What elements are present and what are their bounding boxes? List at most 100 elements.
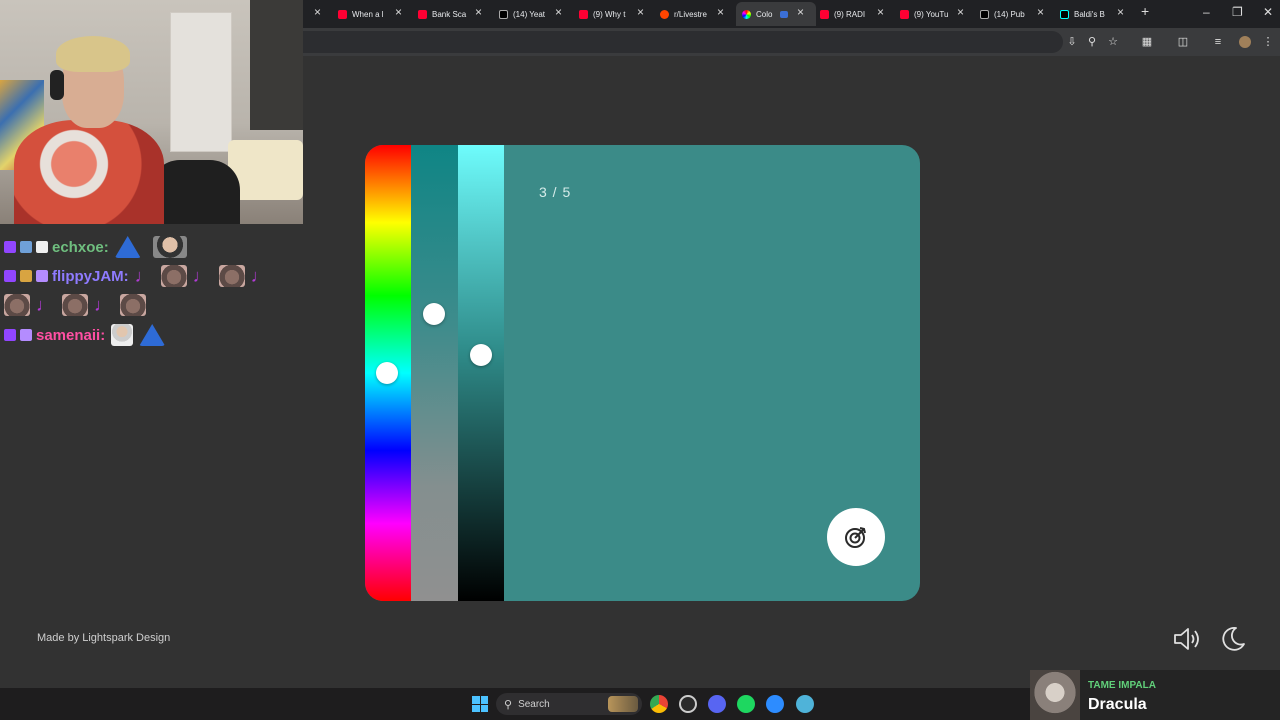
tab-title: (9) Why t [593, 9, 626, 19]
hue-slider-handle[interactable] [376, 362, 398, 384]
subscriber-badge-icon [4, 270, 16, 282]
emote-icon [4, 294, 30, 316]
tab-title: (9) YouTu [914, 9, 949, 19]
sound-icon[interactable] [1172, 626, 1202, 652]
tab-close-icon[interactable]: × [395, 5, 402, 19]
emote-icon: ♩ [134, 266, 153, 286]
chat-username: flippyJAM: [52, 267, 129, 285]
browser-tab-strip: When a l × × Bank Sca × (14) Yeat × (9) … [303, 0, 1280, 28]
tab-title: When a l [352, 9, 384, 19]
hue-slider[interactable] [365, 145, 411, 601]
emote-icon: ♩ [192, 266, 211, 286]
install-app-icon[interactable]: ⇩ [1065, 35, 1079, 49]
chat-message-continued: ♩ ♩ [4, 292, 146, 318]
side-panel-icon[interactable]: ◫ [1176, 35, 1190, 49]
tab-close-icon[interactable]: × [637, 5, 644, 19]
tab-close-icon[interactable]: × [555, 5, 562, 19]
browser-toolbar: ⇩ ⚲ ☆ ▦ ◫ ≡ ⋮ [303, 28, 1280, 56]
emote-icon: ♩ [36, 295, 54, 315]
chat-message: flippyJAM: ♩ ♩ ♩ [4, 263, 269, 289]
tab-title: (9) RADI [834, 9, 866, 19]
webcam-person-shirt [14, 120, 164, 224]
tab-close-icon[interactable]: × [957, 5, 964, 19]
lightness-slider-handle[interactable] [470, 343, 492, 366]
chat-badge-icon [36, 241, 48, 253]
extensions-icon[interactable]: ▦ [1140, 35, 1154, 49]
webcam-overlay [0, 0, 303, 224]
chat-message: samenaii: [4, 322, 166, 348]
tab-close-icon[interactable]: × [475, 5, 482, 19]
browser-tab[interactable]: (9) YouTu [900, 4, 960, 24]
lightness-slider[interactable] [458, 145, 504, 601]
chat-message: echxoe: [4, 234, 187, 260]
chat-username: echxoe: [52, 238, 109, 256]
tab-close-icon[interactable]: × [1037, 5, 1044, 19]
window-close-icon[interactable]: ✕ [1263, 5, 1273, 19]
submit-guess-button[interactable] [827, 508, 885, 566]
x-logo-icon [499, 9, 508, 19]
emote-icon [218, 265, 245, 287]
emote-icon: ♩ [250, 266, 269, 286]
webcam-door [170, 12, 232, 152]
tab-title: (14) Yeat [513, 9, 546, 19]
tab-title: Baldi's B [1074, 9, 1105, 19]
saturation-slider-handle[interactable] [423, 302, 445, 325]
color-wheel-icon [742, 9, 751, 19]
tab-favicon-icon [579, 9, 588, 19]
target-icon [845, 527, 866, 548]
tab-cast-icon [780, 10, 789, 18]
tab-close-icon[interactable]: × [877, 5, 884, 19]
search-placeholder: Search [518, 698, 550, 710]
headphones-icon [50, 70, 64, 100]
messenger-icon[interactable] [766, 695, 784, 713]
tiktok-icon [1060, 9, 1069, 19]
windows-start-icon[interactable] [472, 696, 488, 712]
browser-tab[interactable]: (9) RADI [820, 4, 880, 24]
browser-tab[interactable]: (14) Pub [980, 4, 1040, 24]
spotify-icon[interactable] [737, 695, 755, 713]
tab-close-icon[interactable]: × [314, 5, 321, 19]
bookmark-star-icon[interactable]: ☆ [1106, 35, 1120, 49]
app-icon[interactable] [679, 695, 697, 713]
profile-avatar[interactable] [1239, 36, 1251, 48]
search-icon: ⚲ [504, 698, 513, 711]
chrome-icon[interactable] [650, 695, 668, 713]
app-icon[interactable] [796, 695, 814, 713]
dark-mode-moon-icon[interactable] [1219, 625, 1247, 653]
browser-tab[interactable]: (14) Yeat [499, 4, 559, 24]
x-logo-icon [980, 9, 989, 19]
emote-icon [152, 236, 187, 258]
webcam-person-hair [56, 36, 130, 72]
emote-icon [160, 265, 187, 287]
restore-icon[interactable]: ❐ [1232, 5, 1243, 19]
emote-icon [139, 324, 166, 346]
taskbar-search[interactable]: ⚲ Search [496, 693, 642, 715]
browser-menu-icon[interactable]: ⋮ [1261, 35, 1275, 49]
saturation-slider[interactable] [411, 145, 458, 601]
tab-favicon-icon [900, 9, 909, 19]
tab-favicon-icon [820, 9, 829, 19]
emote-icon [62, 294, 88, 316]
chat-badge-icon [36, 270, 48, 282]
media-control-icon[interactable]: ≡ [1211, 35, 1225, 49]
tab-favicon-icon [418, 9, 427, 19]
chat-username: samenaii: [36, 326, 106, 344]
discord-icon[interactable] [708, 695, 726, 713]
subscriber-badge-icon [4, 329, 16, 341]
now-playing-artist: TAME IMPALA [1088, 680, 1156, 691]
browser-tab[interactable]: Baldi's B [1060, 4, 1122, 24]
reddit-icon [660, 9, 669, 19]
tab-close-icon[interactable]: × [717, 5, 724, 19]
zoom-icon[interactable]: ⚲ [1085, 35, 1099, 49]
album-art [1030, 670, 1080, 720]
browser-tab[interactable]: r/Livestre [660, 4, 722, 24]
now-playing-widget: TAME IMPALA Dracula [1030, 670, 1280, 720]
tab-close-icon[interactable]: × [797, 5, 804, 19]
tab-title: Colo [756, 9, 773, 19]
browser-tab[interactable]: (9) Why t [579, 4, 639, 24]
credit-link[interactable]: Made by Lightspark Design [37, 632, 170, 644]
new-tab-button[interactable]: + [1141, 3, 1149, 19]
address-bar[interactable] [303, 31, 1063, 53]
tab-close-icon[interactable]: × [1117, 5, 1124, 19]
minimize-icon[interactable]: – [1203, 5, 1210, 19]
